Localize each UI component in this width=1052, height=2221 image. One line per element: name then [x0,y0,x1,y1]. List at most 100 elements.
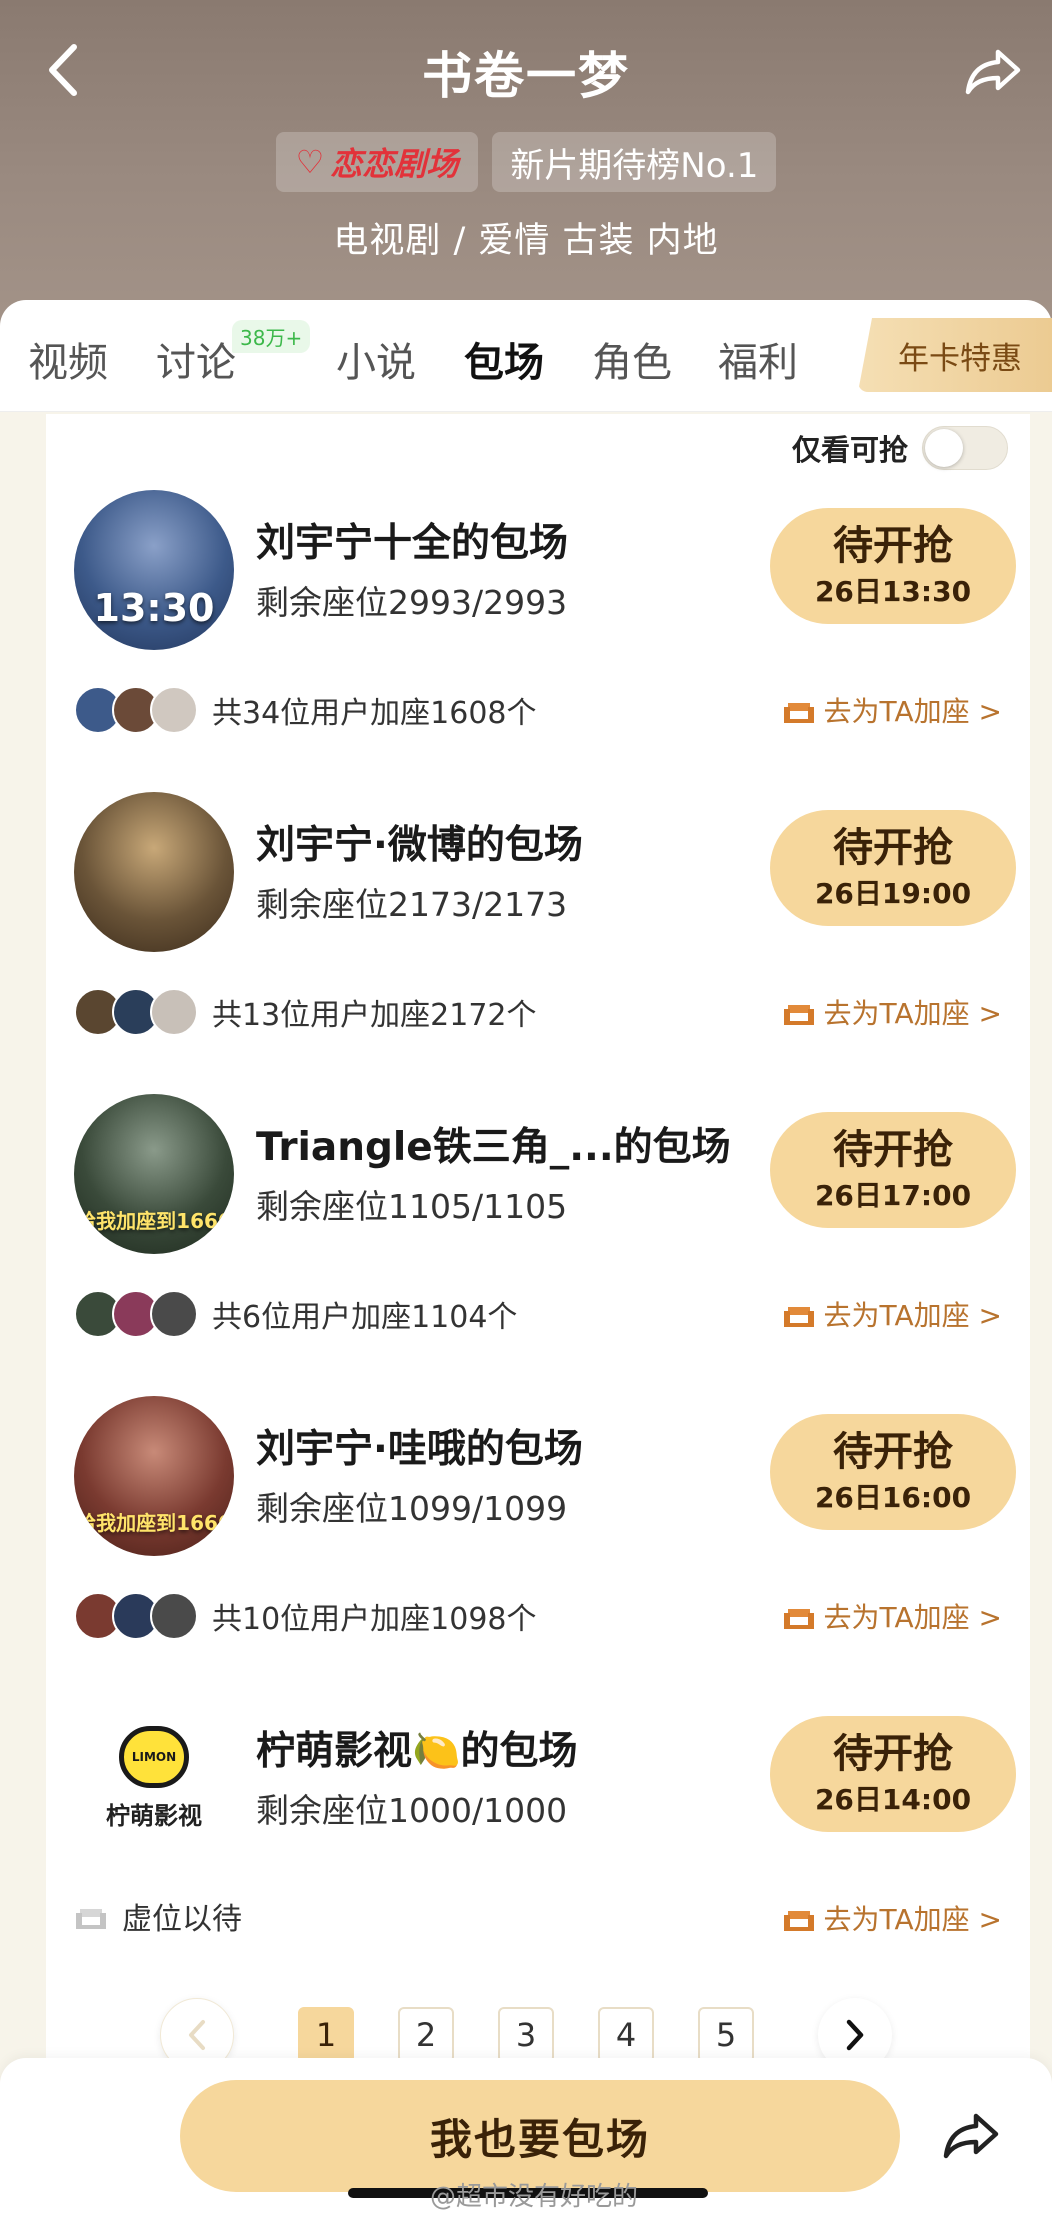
avatar-caption: 给我加座到1666 [76,1209,232,1233]
add-seat-label: 去为TA加座 > [823,1903,1002,1936]
grab-button[interactable]: 待开抢 26日19:00 [770,810,1016,926]
room-title: Triangle铁三角_...的包场 [256,1125,731,1170]
header: 书卷一梦 ♡ 恋恋剧场 新片期待榜No.1 电视剧 / 爱情 古装 内地 [0,0,1052,330]
sofa-outline-icon [76,1909,106,1929]
room-avatar: 13:30 [74,490,234,650]
joiner-text: 共34位用户加座1608个 [212,696,537,731]
sofa-icon [783,703,814,723]
room-seats: 剩余座位2173/2173 [256,885,568,924]
joiner-text: 共6位用户加座1104个 [212,1300,518,1335]
grab-label: 待开抢 [833,1731,953,1777]
room-seats: 剩余座位2993/2993 [256,583,568,622]
joiner-avatar [150,1592,198,1640]
add-seat-link[interactable]: 去为TA加座 > [782,1898,1002,1938]
joiner-avatar [150,1290,198,1338]
grab-time: 26日17:00 [814,1179,972,1212]
add-seat-label: 去为TA加座 > [823,1601,1002,1634]
joiner-summary: 共10位用户加座1098个 [74,1592,537,1640]
list-item[interactable]: 13:30 刘宇宁十全的包场 剩余座位2993/2993 待开抢 26日13:3… [46,490,1030,792]
room-avatar-logo: LIMON 柠萌影视 [74,1698,234,1858]
grab-label: 待开抢 [833,1429,953,1475]
room-seats: 剩余座位1000/1000 [256,1791,568,1830]
share-icon [965,49,1021,95]
page-title: 书卷一梦 [422,47,630,105]
sofa-icon [783,1911,814,1931]
logo-name: 柠萌影视 [106,1801,202,1830]
toggle-knob [925,429,963,467]
add-seat-label: 去为TA加座 > [823,997,1002,1030]
joiner-text: 共10位用户加座1098个 [212,1602,537,1637]
room-avatar: 给我加座到1666 [74,1094,234,1254]
sofa-icon [783,1005,814,1025]
discussion-count-badge: 38万+ [232,320,311,353]
empty-seat-summary: 虚位以待 [74,1894,242,1938]
list-item[interactable]: LIMON 柠萌影视 柠萌影视🍋的包场 剩余座位1000/1000 待开抢 26… [46,1698,1030,2000]
tab-private-screening[interactable]: 包场 [464,330,544,388]
tab-benefits[interactable]: 福利 [718,330,798,388]
add-seat-link[interactable]: 去为TA加座 > [782,1294,1002,1334]
genre-line: 电视剧 / 爱情 古装 内地 [333,221,719,261]
grab-button[interactable]: 待开抢 26日14:00 [770,1716,1016,1832]
screening-list: 仅看可抢 13:30 刘宇宁十全的包场 剩余座位2993/2993 待开抢 26… [46,414,1030,2114]
room-seats: 剩余座位1105/1105 [256,1187,568,1226]
lemon-logo-icon: LIMON [119,1725,189,1788]
add-seat-link[interactable]: 去为TA加座 > [782,690,1002,730]
grab-time: 26日19:00 [814,877,972,910]
annual-card-promo[interactable]: 年卡特惠 [858,318,1052,392]
page-4[interactable]: 4 [598,2007,654,2063]
sofa-icon [783,1609,814,1629]
rank-badge[interactable]: 新片期待榜No.1 [492,132,777,192]
grab-label: 待开抢 [833,825,953,871]
page-2[interactable]: 2 [398,2007,454,2063]
filter-toggle[interactable] [922,426,1008,470]
share-button-top[interactable] [962,40,1024,102]
list-item[interactable]: 刘宇宁·微博的包场 剩余座位2173/2173 待开抢 26日19:00 共13… [46,792,1030,1094]
chevron-left-icon [189,2020,205,2050]
grab-time: 26日13:30 [814,575,972,608]
list-item[interactable]: 给我加座到1666 刘宇宁·哇哦的包场 剩余座位1099/1099 待开抢 26… [46,1396,1030,1698]
joiner-summary: 共6位用户加座1104个 [74,1290,517,1338]
add-seat-label: 去为TA加座 > [823,695,1002,728]
joiner-summary: 共13位用户加座2172个 [74,988,537,1036]
share-button-bottom[interactable] [938,2102,1004,2168]
grab-button[interactable]: 待开抢 26日13:30 [770,508,1016,624]
share-icon [943,2113,999,2159]
room-title: 柠萌影视🍋的包场 [256,1729,578,1774]
available-only-filter[interactable]: 仅看可抢 [792,426,1008,470]
sofa-icon [783,1307,814,1327]
page-1[interactable]: 1 [298,2007,354,2063]
joiner-summary: 共34位用户加座1608个 [74,686,537,734]
grab-time: 26日16:00 [814,1481,972,1514]
joiner-avatar [150,988,198,1036]
tab-discussion[interactable]: 讨论 [156,330,236,388]
avatar-caption: 13:30 [93,586,215,630]
grab-button[interactable]: 待开抢 26日16:00 [770,1414,1016,1530]
grab-time: 26日14:00 [814,1783,972,1816]
tab-video[interactable]: 视频 [28,330,108,388]
brand-badge-label: 恋恋剧场 [330,145,459,183]
room-title: 刘宇宁十全的包场 [256,521,569,566]
grab-label: 待开抢 [833,523,953,569]
room-avatar: 给我加座到1666 [74,1396,234,1556]
joiner-text: 共13位用户加座2172个 [212,998,537,1033]
joiner-avatar [150,686,198,734]
empty-seat-text: 虚位以待 [122,1902,242,1937]
tab-novel[interactable]: 小说 [336,330,416,388]
tab-characters[interactable]: 角色 [592,330,672,388]
heart-icon: ♡ [295,143,325,181]
room-seats: 剩余座位1099/1099 [256,1489,568,1528]
list-item[interactable]: 给我加座到1666 Triangle铁三角_...的包场 剩余座位1105/11… [46,1094,1030,1396]
brand-badge[interactable]: ♡ 恋恋剧场 [275,132,479,192]
room-title: 刘宇宁·微博的包场 [256,823,583,868]
header-badges: ♡ 恋恋剧场 新片期待榜No.1 [0,132,1052,192]
filter-label: 仅看可抢 [791,433,908,467]
grab-button[interactable]: 待开抢 26日17:00 [770,1112,1016,1228]
add-seat-label: 去为TA加座 > [823,1299,1002,1332]
add-seat-link[interactable]: 去为TA加座 > [782,1596,1002,1636]
room-title: 刘宇宁·哇哦的包场 [256,1427,583,1472]
tab-bar: 视频 讨论 38万+ 小说 包场 角色 福利 年卡特惠 [0,300,1052,412]
add-seat-link[interactable]: 去为TA加座 > [782,992,1002,1032]
page-5[interactable]: 5 [698,2007,754,2063]
room-avatar [74,792,234,952]
page-3[interactable]: 3 [498,2007,554,2063]
